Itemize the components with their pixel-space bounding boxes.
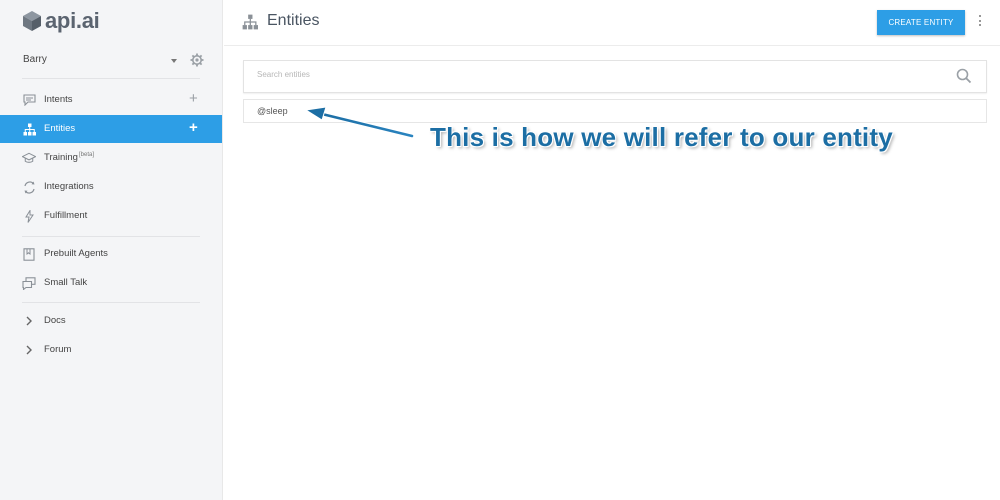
- sidebar-item-label: Entities: [44, 123, 76, 134]
- beta-badge: [beta]: [78, 152, 94, 158]
- graduation-cap-icon: [22, 151, 36, 165]
- sidebar-item-forum[interactable]: Forum: [0, 336, 222, 364]
- divider: [22, 78, 200, 79]
- sidebar-item-intents[interactable]: Intents +: [0, 86, 222, 114]
- sidebar-item-label: Training[beta]: [44, 152, 94, 163]
- sidebar-item-training[interactable]: Training[beta]: [0, 144, 222, 172]
- sidebar-item-docs[interactable]: Docs: [0, 307, 222, 335]
- hierarchy-icon: [22, 122, 36, 136]
- page-header: Entities CREATE ENTITY: [224, 0, 1000, 46]
- caret-down-icon[interactable]: [171, 59, 177, 63]
- hierarchy-icon: [242, 14, 258, 35]
- annotation-caption: This is how we will refer to our entity: [430, 122, 893, 152]
- sidebar-item-label: Docs: [44, 315, 66, 326]
- chat-bubbles-icon: [22, 276, 36, 290]
- chevron-right-icon: [22, 343, 36, 357]
- gear-icon[interactable]: [190, 53, 204, 72]
- entity-name: @sleep: [257, 106, 288, 116]
- search-icon[interactable]: [956, 68, 972, 89]
- divider: [22, 236, 200, 237]
- annotation-arrow-icon: [304, 106, 415, 139]
- search-input[interactable]: [257, 70, 917, 79]
- agent-name: Barry: [23, 54, 47, 65]
- create-entity-button[interactable]: CREATE ENTITY: [877, 10, 965, 35]
- sidebar-item-fulfillment[interactable]: Fulfillment: [0, 202, 222, 230]
- divider: [22, 302, 200, 303]
- cube-logo-icon: [23, 11, 41, 31]
- logo-text: api.ai: [45, 8, 100, 33]
- sidebar-item-label: Prebuilt Agents: [44, 248, 108, 259]
- sidebar-item-label: Fulfillment: [44, 210, 88, 221]
- integrations-icon: [22, 180, 36, 194]
- search-box: [243, 60, 987, 93]
- sidebar-item-label: Integrations: [44, 181, 94, 192]
- sidebar-item-prebuilt-agents[interactable]: Prebuilt Agents: [0, 240, 222, 268]
- sidebar-item-label: Small Talk: [44, 277, 88, 288]
- lightning-bolt-icon: [22, 209, 36, 223]
- sidebar-item-integrations[interactable]: Integrations: [0, 173, 222, 201]
- chevron-right-icon: [22, 314, 36, 328]
- page-title: Entities: [267, 12, 320, 29]
- sidebar-item-small-talk[interactable]: Small Talk: [0, 269, 222, 297]
- training-label: Training: [44, 152, 78, 164]
- add-entity-button[interactable]: +: [189, 120, 198, 136]
- sidebar-item-entities[interactable]: Entities +: [0, 115, 222, 143]
- add-intent-button[interactable]: +: [189, 91, 198, 107]
- sidebar: api.ai Barry Intents + Entities + Traini…: [0, 0, 223, 500]
- agent-selector[interactable]: Barry: [0, 48, 222, 74]
- sidebar-item-label: Intents: [44, 94, 73, 105]
- sidebar-item-label: Forum: [44, 344, 72, 355]
- logo[interactable]: api.ai: [22, 7, 100, 35]
- book-icon: [22, 247, 36, 261]
- speech-bubble-icon: [22, 93, 36, 107]
- more-vertical-icon[interactable]: [978, 15, 982, 29]
